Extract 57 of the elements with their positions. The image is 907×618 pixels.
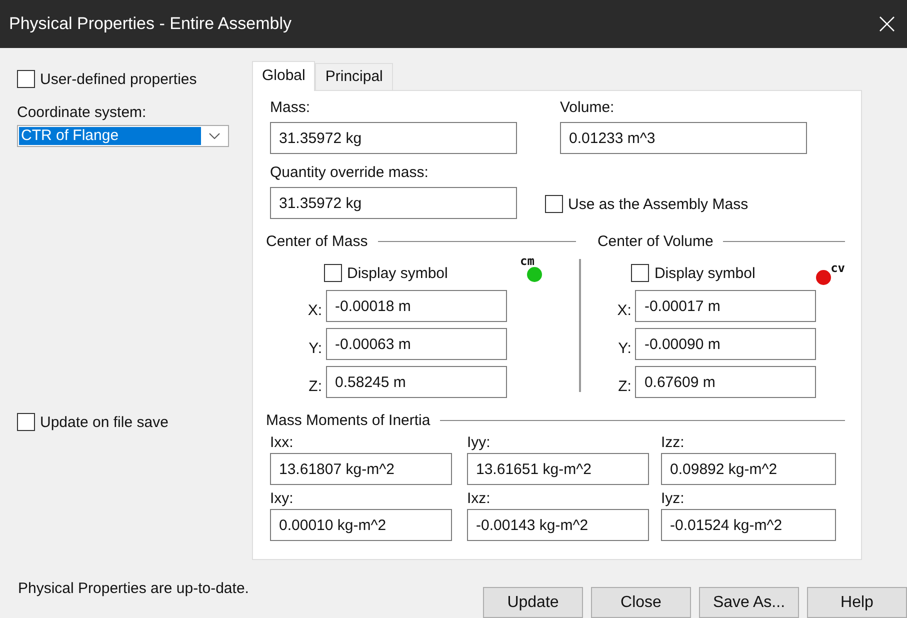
field-label: Coordinate system: [17,104,146,121]
window-title: Physical Properties - Entire Assembly [9,14,292,34]
field-label: Ixy: [270,490,294,507]
symbol-label: cm [520,254,534,266]
input-field[interactable]: -0.00063 m [326,328,507,360]
checkbox[interactable] [324,264,342,282]
input-field[interactable]: 0.00010 kg-m^2 [270,509,452,541]
close-icon[interactable] [879,16,895,32]
input-field[interactable]: -0.01524 kg-m^2 [661,509,836,541]
tab[interactable]: Principal [315,63,393,90]
checkbox-label: Update on file save [40,414,168,430]
field-label: Ixx: [270,434,294,451]
dialog-button[interactable]: Update [483,587,583,618]
input-field[interactable]: -0.00017 m [635,290,816,322]
input-field[interactable]: -0.00143 kg-m^2 [467,509,649,541]
chevron-down-icon [209,133,220,139]
input-field[interactable]: -0.00018 m [326,290,507,322]
dialog-button[interactable]: Close [591,587,691,618]
input-field[interactable]: 31.35972 kg [270,187,517,219]
checkbox[interactable] [545,195,563,213]
checkbox-label: Use as the Assembly Mass [568,196,748,212]
checkbox[interactable] [17,413,35,431]
input-field[interactable]: 0.09892 kg-m^2 [661,453,836,485]
checkbox[interactable] [631,264,650,282]
group-title: Mass Moments of Inertia [266,412,430,429]
field-label: Mass: [270,99,312,116]
dialog-button[interactable]: Save As... [699,587,799,618]
tab[interactable]: Global [252,61,316,91]
field-label: Iyz: [661,490,686,507]
checkbox-label: Display symbol [347,264,448,282]
input-field[interactable]: 13.61651 kg-m^2 [467,453,649,485]
checkbox-label: Display symbol [654,264,756,282]
field-label: Iyy: [467,434,492,451]
coordinate-system-dropdown[interactable]: CTR of Flange [17,125,229,147]
group-title: Center of Mass [266,233,368,250]
field-label: Volume: [560,99,616,116]
checkbox[interactable] [17,70,35,88]
input-field[interactable]: -0.00090 m [635,328,816,360]
axis-label: X: [616,302,632,318]
axis-label: Z: [617,378,632,394]
field-label: Quantity override mass: [270,164,430,181]
field-label: Izz: [661,434,686,451]
status-text: Physical Properties are up-to-date. [18,580,249,599]
field-label: Ixz: [467,490,492,507]
symbol-label: cv [830,262,846,274]
input-field[interactable]: 0.01233 m^3 [560,122,807,154]
group-title: Center of Volume [597,233,714,250]
axis-label: Z: [308,378,322,394]
axis-label: X: [306,302,322,318]
checkbox-label: User-defined properties [40,70,197,88]
input-field[interactable]: 31.35972 kg [270,122,517,154]
input-field[interactable]: 0.58245 m [326,366,507,398]
input-field[interactable]: 0.67609 m [635,366,816,398]
input-field[interactable]: 13.61807 kg-m^2 [270,453,452,485]
axis-label: Y: [308,340,322,356]
axis-label: Y: [617,340,632,356]
dialog-button[interactable]: Help [807,587,907,618]
